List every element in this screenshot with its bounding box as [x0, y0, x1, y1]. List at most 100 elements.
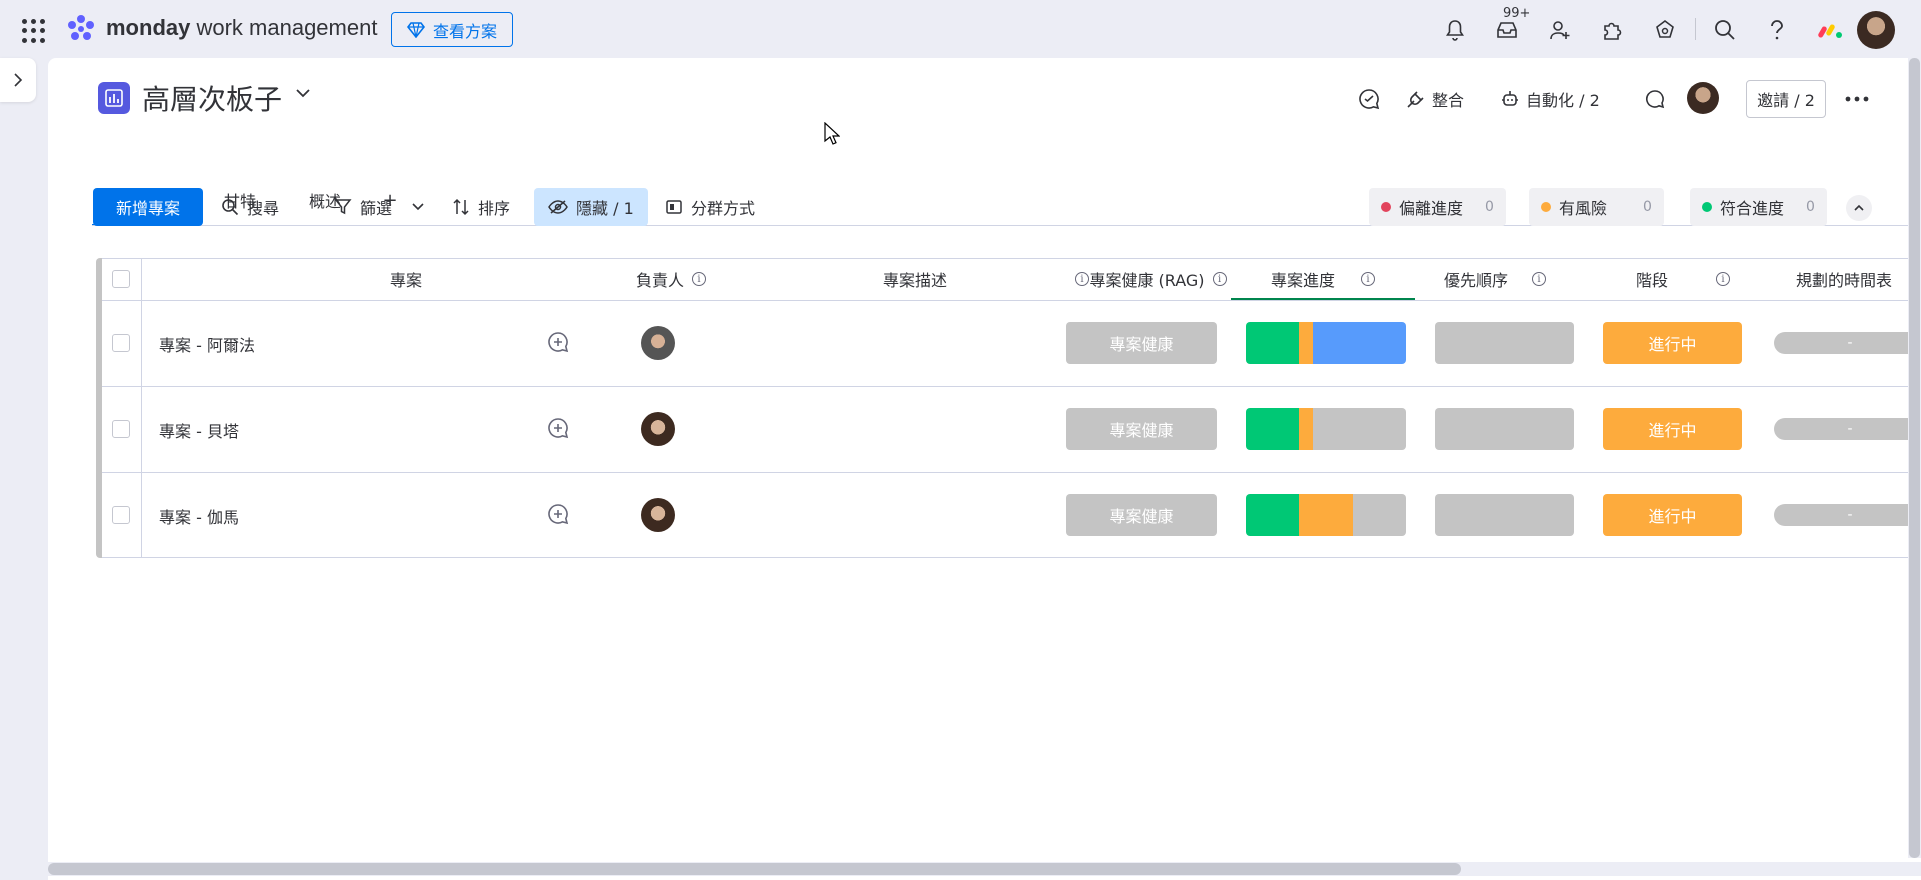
priority-status[interactable]	[1435, 494, 1574, 536]
board-chat-button[interactable]	[1645, 82, 1665, 116]
column-header-stage[interactable]: 階段 i	[1599, 258, 1767, 300]
info-icon[interactable]: i	[1212, 272, 1227, 286]
project-table: 專案 負責人 i 專案描述 i 專案健康 (RAG) i 專案進度 i 優先順序 i 階段…	[96, 258, 1921, 558]
board-member-avatar[interactable]	[1687, 82, 1719, 114]
row-checkbox[interactable]	[112, 506, 130, 524]
group-icon	[666, 200, 682, 214]
row-divider	[102, 472, 1921, 473]
collapse-summary-button[interactable]	[1846, 195, 1872, 221]
help-icon[interactable]	[1761, 14, 1793, 46]
column-header-owner[interactable]: 負責人 i	[606, 258, 736, 300]
progress-segment	[1298, 408, 1314, 450]
add-update-icon[interactable]	[547, 417, 569, 439]
priority-status[interactable]	[1435, 408, 1574, 450]
filter-button[interactable]: 篩選	[334, 188, 392, 226]
row-checkbox[interactable]	[112, 420, 130, 438]
product-name[interactable]: monday work management	[106, 15, 377, 41]
health-status[interactable]: 專案健康	[1066, 408, 1217, 450]
chevron-up-icon	[1854, 204, 1864, 211]
top-bar: monday work management 查看方案 99+	[0, 0, 1921, 58]
speech-bubble-icon	[1646, 90, 1665, 109]
project-name[interactable]: 專案 - 阿爾法	[159, 332, 255, 356]
group-by-button[interactable]: 分群方式	[665, 188, 755, 226]
column-header-priority[interactable]: 優先順序 i	[1411, 258, 1579, 300]
progress-bar[interactable]	[1246, 408, 1406, 450]
stage-status[interactable]: 進行中	[1603, 408, 1742, 450]
add-update-icon[interactable]	[547, 331, 569, 353]
ai-chat-icon	[1359, 89, 1380, 110]
group-color-bar	[96, 258, 102, 558]
stage-status[interactable]: 進行中	[1603, 322, 1742, 364]
row-checkbox[interactable]	[112, 334, 130, 352]
monday-logo-icon	[68, 15, 94, 40]
priority-status[interactable]	[1435, 322, 1574, 364]
ellipsis-icon	[1845, 96, 1869, 102]
diamond-icon	[406, 21, 425, 38]
user-avatar[interactable]	[1857, 11, 1895, 49]
progress-segment	[1246, 408, 1299, 450]
owner-avatar[interactable]	[641, 498, 675, 532]
project-name[interactable]: 專案 - 貝塔	[159, 418, 239, 442]
progress-segment	[1298, 322, 1314, 364]
expand-sidebar-button[interactable]	[0, 58, 36, 102]
new-project-button[interactable]: 新增專案	[93, 188, 203, 226]
info-icon[interactable]: i	[1361, 272, 1375, 286]
robot-icon	[1502, 91, 1518, 106]
more-options-button[interactable]	[1845, 82, 1869, 116]
column-header-health[interactable]: 專案健康 (RAG) i	[1060, 258, 1256, 300]
chevron-down-icon[interactable]	[296, 88, 310, 98]
timeline-cell[interactable]: -	[1774, 418, 1921, 440]
timeline-cell[interactable]: -	[1774, 504, 1921, 526]
stage-status[interactable]: 進行中	[1603, 494, 1742, 536]
progress-segment	[1246, 494, 1299, 536]
status-pill-at-risk[interactable]: 有風險 0	[1529, 188, 1664, 226]
owner-avatar[interactable]	[641, 326, 675, 360]
progress-segment	[1313, 408, 1406, 450]
status-pill-off-track[interactable]: 偏離進度 0	[1369, 188, 1506, 226]
filter-dropdown-chevron[interactable]	[412, 188, 424, 226]
divider	[1695, 18, 1696, 40]
filter-icon	[334, 199, 352, 215]
hide-columns-button[interactable]: 隱藏 / 1	[534, 188, 648, 226]
vertical-scrollbar-thumb[interactable]	[1909, 58, 1920, 858]
sort-button[interactable]: 排序	[452, 188, 510, 226]
timeline-cell[interactable]: -	[1774, 332, 1921, 354]
monday-products-icon[interactable]	[1818, 20, 1844, 40]
add-update-icon[interactable]	[547, 503, 569, 525]
invite-person-icon[interactable]	[1544, 14, 1576, 46]
column-header-project[interactable]: 專案	[341, 258, 471, 300]
progress-bar[interactable]	[1246, 494, 1406, 536]
info-icon[interactable]: i	[1716, 272, 1730, 286]
automate-button[interactable]: 自動化 / 2	[1500, 82, 1600, 116]
inbox-badge: 99+	[1500, 6, 1534, 21]
board-updates-button[interactable]	[1358, 82, 1380, 116]
column-header-timeline[interactable]: 規劃的時間表	[1796, 258, 1921, 300]
marketplace-icon[interactable]	[1649, 14, 1681, 46]
info-icon[interactable]: i	[692, 272, 706, 286]
info-icon[interactable]: i	[1532, 272, 1546, 286]
project-name[interactable]: 專案 - 伽馬	[159, 504, 239, 528]
progress-bar[interactable]	[1246, 322, 1406, 364]
owner-avatar[interactable]	[641, 412, 675, 446]
horizontal-scrollbar-thumb[interactable]	[48, 863, 1461, 875]
chevron-right-icon	[14, 73, 23, 87]
board-title[interactable]: 高層次板子	[142, 78, 282, 118]
select-all-checkbox[interactable]	[112, 270, 130, 288]
see-plans-button[interactable]: 查看方案	[391, 12, 513, 47]
apps-grid-icon[interactable]	[22, 19, 46, 43]
health-status[interactable]: 專案健康	[1066, 494, 1217, 536]
column-header-progress[interactable]: 專案進度 i	[1231, 258, 1415, 300]
status-pill-on-track[interactable]: 符合進度 0	[1690, 188, 1827, 226]
column-divider	[141, 258, 142, 558]
bell-icon[interactable]	[1439, 14, 1471, 46]
progress-segment	[1298, 494, 1354, 536]
status-dot	[1381, 202, 1391, 212]
invite-button[interactable]: 邀請 / 2	[1746, 80, 1826, 118]
eye-hidden-icon	[548, 200, 568, 214]
integrate-button[interactable]: 整合	[1406, 82, 1464, 116]
health-status[interactable]: 專案健康	[1066, 322, 1217, 364]
integrations-puzzle-icon[interactable]	[1596, 14, 1628, 46]
progress-segment	[1246, 322, 1299, 364]
search-icon[interactable]	[1709, 14, 1741, 46]
search-button[interactable]: 搜尋	[221, 188, 279, 226]
